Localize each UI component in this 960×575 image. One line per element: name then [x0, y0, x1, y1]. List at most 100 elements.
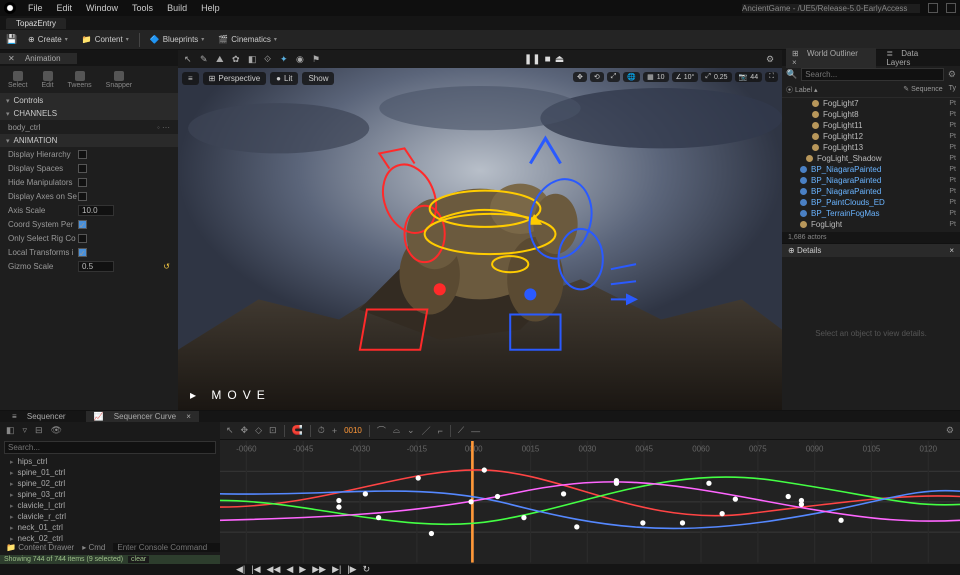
curve-filter-icon[interactable]: ▿: [23, 425, 28, 436]
tab-sequencer-curve[interactable]: 📈 Sequencer Curve ×: [86, 411, 199, 422]
curve-time-icon[interactable]: ⏱: [318, 425, 325, 436]
menu-build[interactable]: Build: [161, 3, 193, 13]
curve-track[interactable]: hips_ctrl: [0, 456, 220, 467]
skeleton-icon[interactable]: ✦: [280, 54, 290, 64]
curve-view-icon[interactable]: 👁: [51, 425, 62, 436]
clear-button[interactable]: clear: [128, 556, 149, 563]
outliner-search-input[interactable]: [801, 68, 944, 81]
outliner-item[interactable]: BP_NiagaraPaintedPt: [782, 175, 960, 186]
goto-start-icon[interactable]: ◀|: [236, 564, 245, 575]
tangent-break-icon[interactable]: ⌄: [407, 425, 415, 436]
snapper-tool[interactable]: Snapper: [106, 71, 132, 89]
curve-snap-icon[interactable]: 🧲: [292, 425, 303, 436]
minimize-button[interactable]: [928, 3, 938, 13]
curve-track[interactable]: spine_01_ctrl: [0, 467, 220, 478]
cursor-icon[interactable]: ↖: [184, 54, 194, 64]
curve-track[interactable]: spine_03_ctrl: [0, 489, 220, 500]
menu-window[interactable]: Window: [80, 3, 124, 13]
gizmo-scale-field[interactable]: 0.5: [78, 261, 114, 272]
controls-section[interactable]: Controls: [0, 94, 178, 107]
local-transforms-checkbox[interactable]: ✓: [78, 248, 87, 257]
viewport-maximize-icon[interactable]: ⛶: [765, 72, 778, 82]
select-tool[interactable]: Select: [8, 71, 27, 89]
display-spaces-checkbox[interactable]: [78, 164, 87, 173]
content-drawer-button[interactable]: 📁 Content Drawer: [6, 543, 74, 552]
camera-speed[interactable]: 📷 44: [735, 72, 763, 82]
save-icon[interactable]: 💾: [6, 34, 18, 46]
landscape-icon[interactable]: ⛰: [216, 54, 226, 64]
menu-help[interactable]: Help: [195, 3, 226, 13]
outliner-item[interactable]: FogLight8Pt: [782, 109, 960, 120]
perspective-dropdown[interactable]: ⊞ Perspective: [203, 72, 267, 85]
only-select-rig-checkbox[interactable]: [78, 234, 87, 243]
scale-gizmo-icon[interactable]: ⤢: [607, 72, 621, 82]
paint-icon[interactable]: ◉: [296, 54, 306, 64]
marker-icon[interactable]: ⚑: [312, 54, 322, 64]
hide-manipulators-checkbox[interactable]: [78, 178, 87, 187]
channels-section[interactable]: CHANNELS: [0, 107, 178, 120]
show-dropdown[interactable]: Show: [302, 72, 334, 85]
viewport[interactable]: ≡ ⊞ Perspective ● Lit Show ✥ ⟲ ⤢ 🌐 ▦ 10 …: [178, 68, 782, 410]
outliner-settings-icon[interactable]: ⚙: [948, 69, 956, 80]
maximize-button[interactable]: [946, 3, 956, 13]
menu-file[interactable]: File: [22, 3, 49, 13]
curve-transform-icon[interactable]: ✥: [241, 425, 249, 436]
loop-icon[interactable]: ↻: [363, 564, 371, 575]
outliner-item[interactable]: BP_TerrainFogMasPt: [782, 208, 960, 219]
snap-angle[interactable]: ∠ 10°: [672, 72, 699, 82]
tangent-linear-icon[interactable]: ／: [422, 424, 431, 437]
rotate-gizmo-icon[interactable]: ⟲: [590, 72, 604, 82]
curve-track[interactable]: spine_02_ctrl: [0, 478, 220, 489]
settings-icon[interactable]: ⚙: [766, 54, 776, 64]
outliner-item[interactable]: BP_NiagaraPaintedPt: [782, 186, 960, 197]
eject-icon[interactable]: ⏏: [555, 54, 564, 65]
create-button[interactable]: ⊕ Create▾: [24, 33, 72, 46]
prev-key-icon[interactable]: ◀◀: [267, 564, 281, 575]
curve-key-icon[interactable]: ◇: [255, 425, 262, 436]
coord-system-checkbox[interactable]: ✓: [78, 220, 87, 229]
goto-end-icon[interactable]: |▶: [347, 564, 356, 575]
curve-tree-icon[interactable]: ⊟: [35, 425, 43, 436]
outliner-item[interactable]: FogLight13Pt: [782, 142, 960, 153]
tab-sequencer[interactable]: ≡ Sequencer: [4, 411, 82, 422]
curve-options-icon[interactable]: ⚙: [946, 425, 954, 436]
next-key-icon[interactable]: ▶▶: [312, 564, 326, 575]
curve-select-icon[interactable]: ↖: [226, 425, 234, 436]
curve-frame-icon[interactable]: ⊡: [269, 425, 277, 436]
sequence-column[interactable]: ✎ Sequence: [903, 85, 942, 95]
mesh-icon[interactable]: ◧: [248, 54, 258, 64]
outliner-item[interactable]: FogLight_ShadowPt: [782, 153, 960, 164]
curve-editor[interactable]: ↖ ✥ ◇ ⊡ 🧲 ⏱ + 0010 ⌒ ⌓ ⌄ ／ ⌐ ⟋ — ⚙: [220, 422, 960, 564]
curve-track[interactable]: clavicle_r_ctrl: [0, 511, 220, 522]
brush-icon[interactable]: ✎: [200, 54, 210, 64]
tangent-user-icon[interactable]: ⌓: [393, 425, 400, 436]
details-header[interactable]: ⊕ Details ×: [782, 243, 960, 257]
tangent-auto-icon[interactable]: ⌒: [377, 424, 386, 437]
curve-add-key-icon[interactable]: +: [332, 426, 337, 436]
type-column[interactable]: Ty: [949, 85, 956, 95]
translate-gizmo-icon[interactable]: ✥: [573, 72, 587, 82]
outliner-item[interactable]: FogLight7Pt: [782, 98, 960, 109]
viewport-menu-button[interactable]: ≡: [182, 72, 199, 85]
foliage-icon[interactable]: ✿: [232, 54, 242, 64]
display-hierarchy-checkbox[interactable]: [78, 150, 87, 159]
tab-world-outliner[interactable]: ⊞ World Outliner ×: [786, 48, 876, 68]
curve-add-icon[interactable]: ◧: [6, 425, 15, 436]
snap-scale[interactable]: ⤢ 0.25: [701, 72, 731, 82]
snap-grid[interactable]: ▦ 10: [643, 72, 668, 82]
axis-scale-field[interactable]: 10.0: [78, 205, 114, 216]
tangent-weight-icon[interactable]: ⟋: [458, 425, 464, 436]
step-forward-icon[interactable]: ▶|: [332, 564, 341, 575]
level-tab[interactable]: TopazEntry: [6, 18, 66, 29]
coord-space-icon[interactable]: 🌐: [623, 72, 640, 82]
curve-track[interactable]: neck_01_ctrl: [0, 522, 220, 533]
step-back-icon[interactable]: |◀: [251, 564, 260, 575]
label-column[interactable]: ⦿ Label ▴: [786, 85, 818, 95]
play-icon[interactable]: ▶: [299, 564, 306, 575]
edit-tool[interactable]: Edit: [41, 71, 53, 89]
tangent-flatten-icon[interactable]: —: [471, 426, 480, 436]
lit-dropdown[interactable]: ● Lit: [270, 72, 298, 85]
fracture-icon[interactable]: ⟐: [264, 54, 274, 64]
tweens-tool[interactable]: Tweens: [68, 71, 92, 89]
display-axes-checkbox[interactable]: [78, 192, 87, 201]
